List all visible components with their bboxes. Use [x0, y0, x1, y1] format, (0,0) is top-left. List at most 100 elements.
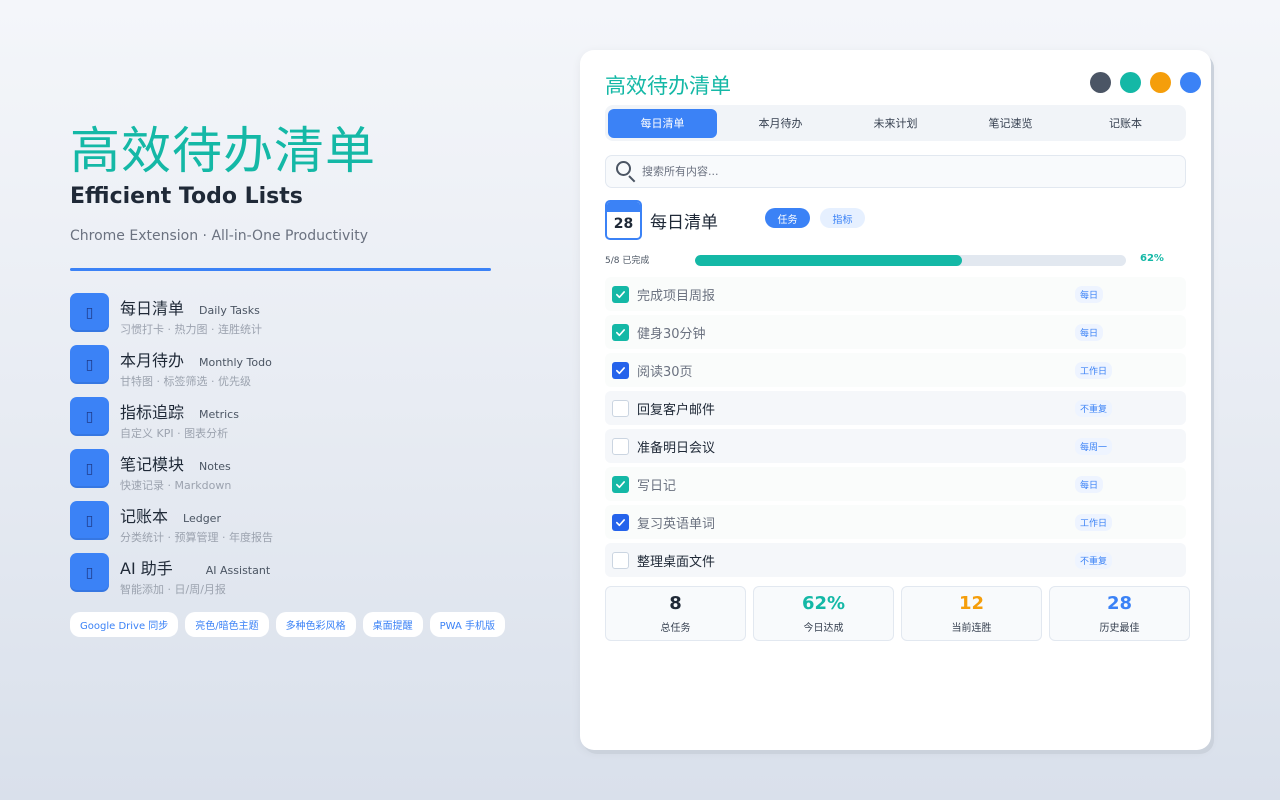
- feature-en-name: Daily Tasks: [199, 304, 260, 317]
- task-row[interactable]: 写日记 每日: [605, 467, 1186, 501]
- theme-color-slate[interactable]: [1090, 72, 1111, 93]
- tab-future[interactable]: 未来计划: [838, 109, 953, 138]
- chart-icon: ▯: [70, 397, 109, 436]
- task-repeat-badge: 每日: [1075, 285, 1104, 303]
- calendar-icon: ▯: [70, 293, 109, 332]
- task-checkbox[interactable]: [612, 285, 629, 303]
- toggle-tasks-button[interactable]: 任务: [765, 208, 810, 228]
- chip-theme: 亮色/暗色主题: [185, 612, 269, 637]
- chip-pwa: PWA 手机版: [429, 612, 506, 637]
- task-repeat-badge: 每日: [1075, 323, 1104, 341]
- stat-label: 历史最佳: [1099, 623, 1140, 634]
- task-text: 阅读30页: [637, 364, 693, 380]
- task-repeat-badge: 工作日: [1075, 361, 1113, 379]
- feature-name: 指标追踪: [120, 403, 185, 422]
- progress-fill: [695, 255, 963, 266]
- tab-daily[interactable]: 每日清单: [608, 108, 718, 138]
- task-repeat-badge: 每日: [1075, 475, 1104, 493]
- task-checkbox[interactable]: [612, 361, 629, 379]
- hero-title: 高效待办清单: [70, 122, 376, 180]
- task-checkbox[interactable]: [612, 513, 629, 531]
- task-row[interactable]: 复习英语单词 工作日: [605, 505, 1186, 539]
- feature-item: ▯ 笔记模块 Notes 快速记录 · Markdown: [70, 449, 500, 501]
- clipboard-icon: ▯: [70, 345, 109, 384]
- stat-value: 62%: [801, 593, 846, 614]
- task-checkbox[interactable]: [612, 399, 629, 417]
- stats-row: 8 总任务 62% 今日达成 12 当前连胜 28 历史最佳: [605, 586, 1190, 641]
- stat-card-total: 8 总任务: [605, 586, 746, 641]
- tab-ledger[interactable]: 记账本: [1068, 109, 1183, 138]
- stat-value: 8: [669, 593, 682, 614]
- feature-list: ▯ 每日清单 Daily Tasks 习惯打卡 · 热力图 · 连胜统计 ▯ 本…: [70, 293, 500, 605]
- task-checkbox[interactable]: [612, 437, 629, 455]
- feature-item: ▯ 本月待办 Monthly Todo 甘特图 · 标签筛选 · 优先级: [70, 345, 500, 397]
- stat-value: 12: [958, 593, 985, 614]
- task-repeat-badge: 工作日: [1075, 513, 1113, 531]
- feature-item: ▯ AI 助手 AI Assistant 智能添加 · 日/周/月报: [70, 553, 500, 605]
- task-list: 完成项目周报 每日 健身30分钟 每日 阅读30页 工作日 回复客户邮件 不重复 准备明日会议每…: [605, 277, 1186, 581]
- section-title: 每日清单: [650, 213, 718, 233]
- task-text: 完成项目周报: [637, 288, 716, 304]
- task-checkbox[interactable]: [612, 323, 629, 341]
- task-row[interactable]: 整理桌面文件 不重复: [605, 543, 1186, 577]
- progress-label: 5/8 已完成: [605, 256, 650, 266]
- feature-desc: 分类统计 · 预算管理 · 年度报告: [120, 531, 273, 544]
- search-icon: [616, 160, 636, 183]
- feature-desc: 快速记录 · Markdown: [120, 479, 232, 492]
- robot-icon: ▯: [70, 553, 109, 592]
- theme-color-picker: [1090, 72, 1201, 93]
- task-text: 健身30分钟: [637, 326, 706, 342]
- feature-en-name: Metrics: [199, 408, 239, 421]
- theme-color-teal[interactable]: [1120, 72, 1141, 93]
- search-bar: [605, 155, 1186, 188]
- chip-color-styles: 多种色彩风格: [275, 612, 356, 637]
- task-row[interactable]: 健身30分钟 每日: [605, 315, 1186, 349]
- task-row[interactable]: 阅读30页 工作日: [605, 353, 1186, 387]
- task-text: 复习英语单词: [637, 516, 716, 532]
- feature-en-name: AI Assistant: [205, 564, 271, 577]
- feature-desc: 习惯打卡 · 热力图 · 连胜统计: [120, 323, 262, 336]
- hero-divider: [70, 268, 491, 271]
- task-checkbox[interactable]: [612, 475, 629, 493]
- task-repeat-badge: 每周一: [1075, 437, 1113, 455]
- hero-tagline: Chrome Extension · All-in-One Productivi…: [70, 228, 369, 244]
- task-checkbox[interactable]: [612, 551, 629, 569]
- task-repeat-badge: 不重复: [1075, 399, 1113, 417]
- toggle-metrics-button[interactable]: 指标: [820, 208, 865, 228]
- hero-panel: 高效待办清单 Efficient Todo Lists Chrome Exten…: [70, 118, 500, 605]
- task-row[interactable]: 准备明日会议 每周一: [605, 429, 1186, 463]
- feature-name: 本月待办: [120, 351, 185, 370]
- tab-monthly[interactable]: 本月待办: [723, 109, 838, 138]
- task-text: 整理桌面文件: [637, 554, 716, 570]
- feature-desc: 甘特图 · 标签筛选 · 优先级: [120, 375, 251, 388]
- tab-bar: 每日清单 本月待办 未来计划 笔记速览 记账本: [605, 105, 1186, 141]
- task-row[interactable]: 完成项目周报 每日: [605, 277, 1186, 311]
- feature-name: 笔记模块: [120, 455, 185, 474]
- calendar-icon: 28: [605, 200, 642, 240]
- feature-desc: 自定义 KPI · 图表分析: [120, 427, 229, 440]
- stat-label: 今日达成: [803, 623, 844, 634]
- app-window: 高效待办清单 每日清单 本月待办 未来计划 笔记速览 记账本 28 每日清单 任…: [580, 50, 1211, 750]
- progress-bar: [695, 255, 1126, 266]
- app-title: 高效待办清单: [605, 74, 731, 98]
- stat-value: 28: [1106, 593, 1133, 614]
- theme-color-amber[interactable]: [1150, 72, 1171, 93]
- wallet-icon: ▯: [70, 501, 109, 540]
- feature-item: ▯ 指标追踪 Metrics 自定义 KPI · 图表分析: [70, 397, 500, 449]
- feature-desc: 智能添加 · 日/周/月报: [120, 583, 226, 596]
- stat-card-streak: 12 当前连胜: [901, 586, 1042, 641]
- theme-color-blue[interactable]: [1180, 72, 1201, 93]
- feature-chips: Google Drive 同步 亮色/暗色主题 多种色彩风格 桌面提醒 PWA …: [70, 612, 506, 637]
- task-text: 写日记: [637, 478, 677, 494]
- search-input[interactable]: [642, 165, 1142, 178]
- stat-label: 当前连胜: [951, 623, 992, 634]
- feature-item: ▯ 每日清单 Daily Tasks 习惯打卡 · 热力图 · 连胜统计: [70, 293, 500, 345]
- feature-item: ▯ 记账本 Ledger 分类统计 · 预算管理 · 年度报告: [70, 501, 500, 553]
- task-row[interactable]: 回复客户邮件 不重复: [605, 391, 1186, 425]
- feature-en-name: Notes: [199, 460, 231, 473]
- tab-notes[interactable]: 笔记速览: [953, 109, 1068, 138]
- stat-label: 总任务: [660, 623, 691, 634]
- task-repeat-badge: 不重复: [1075, 551, 1113, 569]
- feature-name: AI 助手: [120, 559, 173, 578]
- notes-icon: ▯: [70, 449, 109, 488]
